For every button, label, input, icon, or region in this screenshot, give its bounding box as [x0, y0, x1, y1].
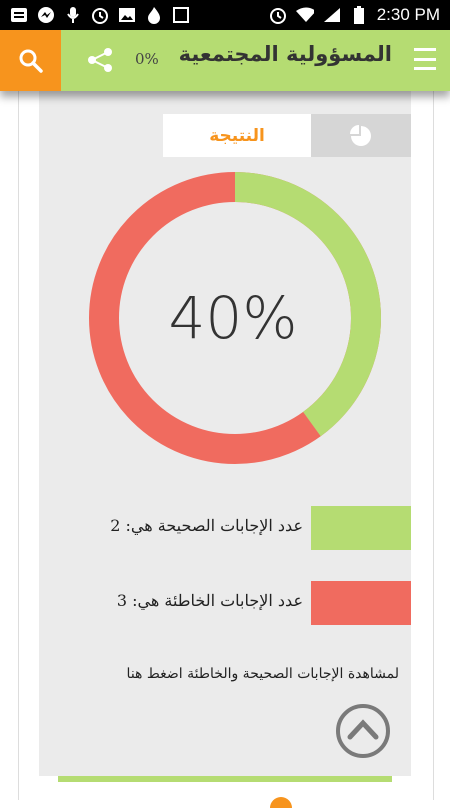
- microphone-icon: [64, 6, 82, 24]
- correct-count-text: عدد الإجابات الصحيحة هي: 2: [110, 516, 303, 535]
- notification-icon: [10, 6, 28, 24]
- square-icon: [172, 6, 190, 24]
- page-title: المسؤولية المجتمعية: [178, 42, 392, 66]
- image-icon: [118, 6, 136, 24]
- status-bar: 2:30 PM: [0, 0, 450, 30]
- chevron-up-icon: [336, 704, 390, 758]
- alarm-icon: [269, 6, 287, 24]
- signal-icon: [323, 6, 341, 24]
- progress-label: 0%: [135, 50, 159, 68]
- menu-icon-bar: [414, 57, 436, 61]
- view-answers-link[interactable]: لمشاهدة الإجابات الصحيحة والخاطئة اضغط ه…: [39, 666, 399, 682]
- correct-swatch: [311, 506, 411, 550]
- menu-icon-bar: [414, 48, 436, 51]
- search-icon: [19, 49, 43, 73]
- alarm-icon: [91, 6, 109, 24]
- result-percent: 40%: [169, 284, 298, 352]
- fire-icon: [145, 6, 163, 24]
- app-bar: 0% المسؤولية المجتمعية: [0, 30, 450, 91]
- scroll-up-button[interactable]: [335, 703, 391, 759]
- menu-icon-bar: [414, 67, 436, 70]
- messenger-icon: [37, 6, 55, 24]
- menu-button[interactable]: [414, 48, 436, 70]
- search-button[interactable]: [0, 30, 61, 91]
- result-donut-chart: 40%: [89, 172, 381, 464]
- wrong-count-text: عدد الإجابات الخاطئة هي: 3: [116, 591, 303, 610]
- battery-icon: [350, 6, 368, 24]
- legend-wrong: عدد الإجابات الخاطئة هي: 3: [45, 581, 411, 625]
- wifi-icon: [295, 6, 314, 24]
- share-icon: [88, 48, 112, 72]
- pie-chart-icon: [350, 124, 371, 146]
- wrong-swatch: [311, 581, 411, 625]
- tab-result[interactable]: النتيجة: [163, 114, 311, 157]
- share-button[interactable]: [84, 44, 116, 76]
- tab-chart[interactable]: [311, 114, 411, 157]
- bottom-divider: [58, 776, 392, 782]
- bottom-orange-icon: [270, 797, 292, 808]
- status-time: 2:30 PM: [376, 5, 440, 24]
- legend-correct: عدد الإجابات الصحيحة هي: 2: [45, 506, 411, 550]
